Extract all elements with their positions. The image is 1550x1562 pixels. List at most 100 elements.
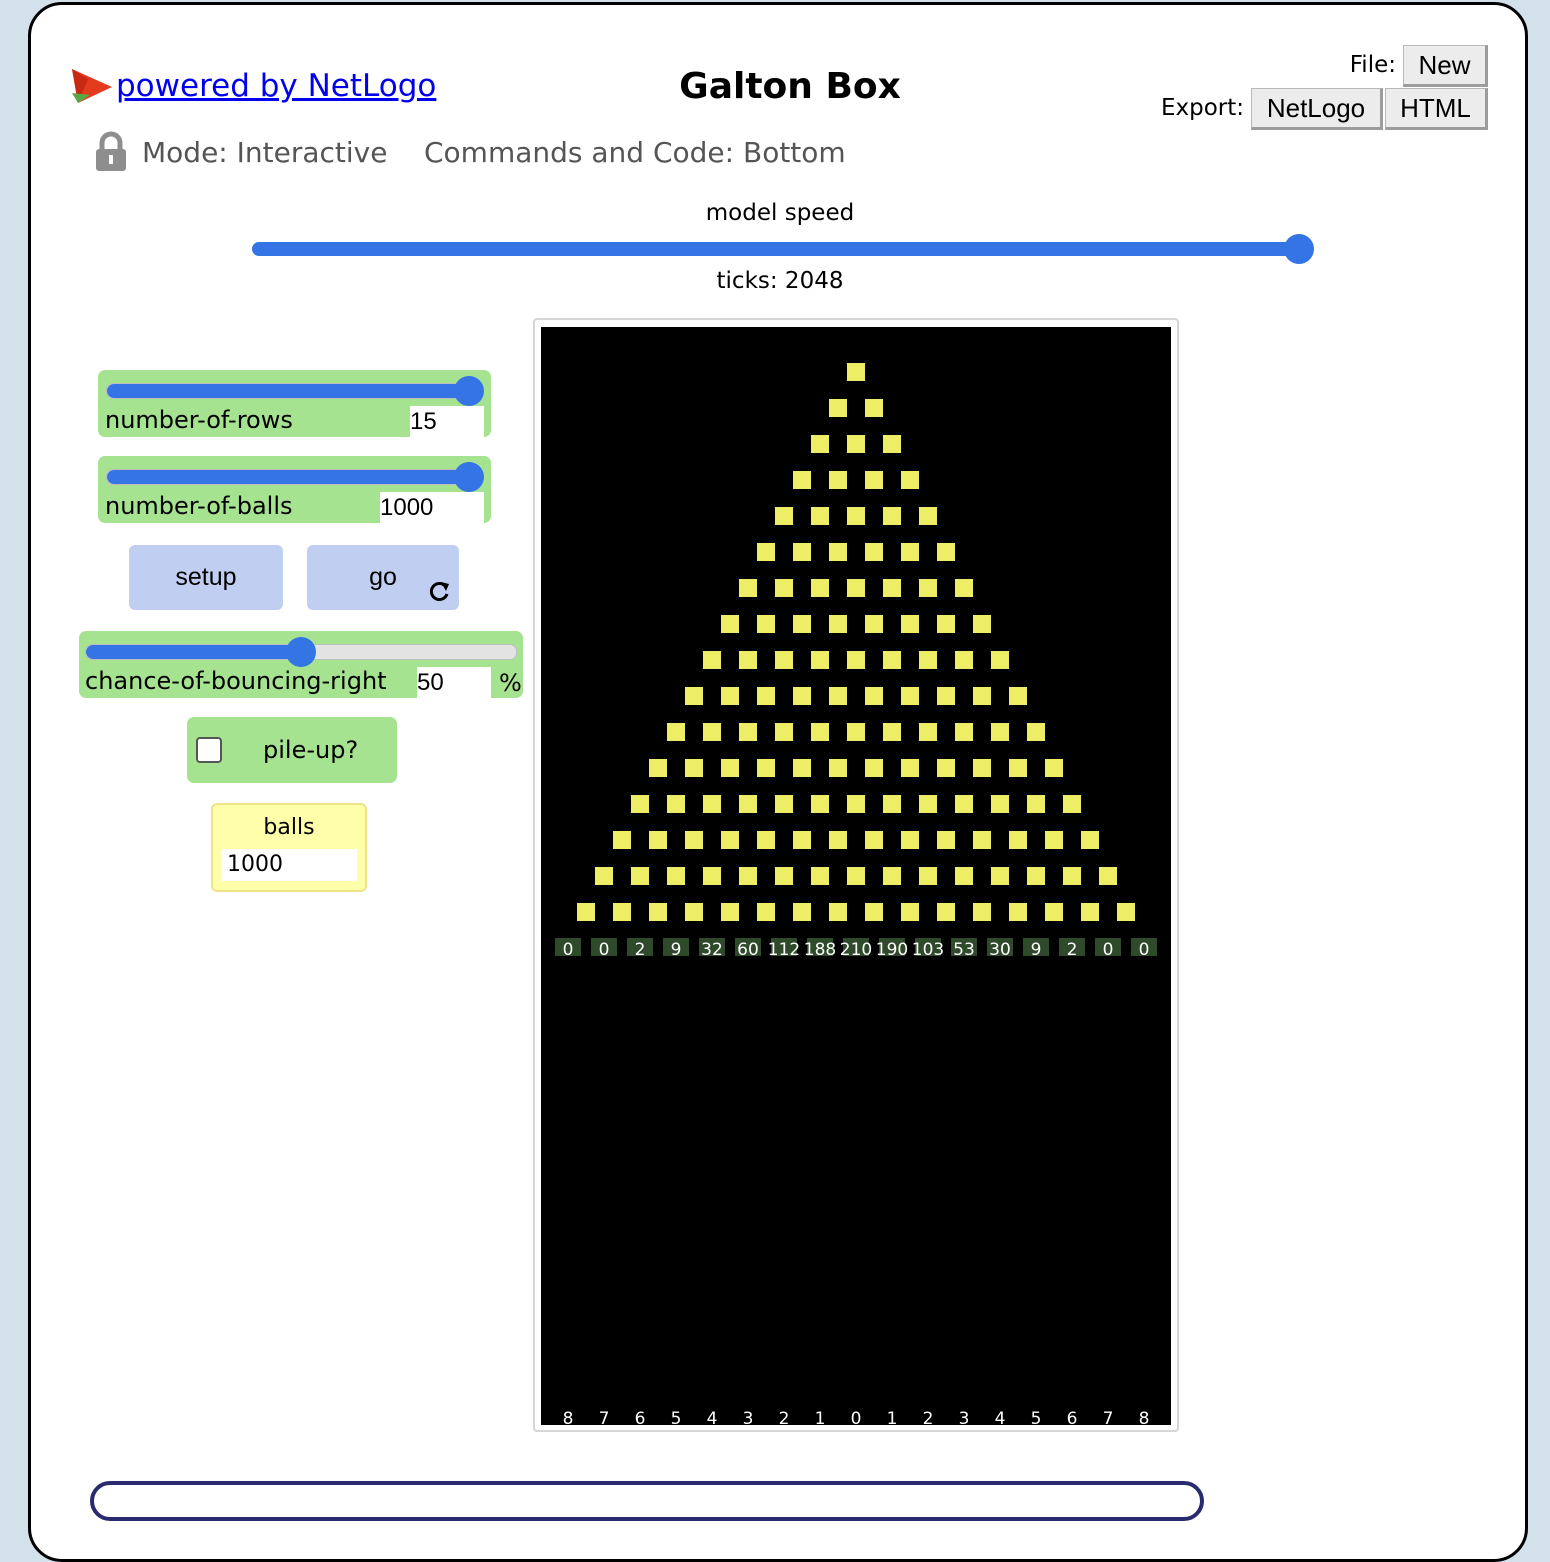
peg (829, 903, 847, 921)
pile-up-checkbox[interactable] (196, 737, 222, 763)
peg (955, 867, 973, 885)
peg (883, 507, 901, 525)
bin-count-label: 0 (599, 940, 610, 960)
bounce-slider-label: chance-of-bouncing-right (85, 667, 387, 695)
powered-by-text: powered by NetLogo (116, 68, 437, 104)
peg (775, 579, 793, 597)
peg (757, 687, 775, 705)
bin-count-label: 190 (876, 940, 908, 960)
peg (883, 579, 901, 597)
peg (703, 795, 721, 813)
peg (973, 759, 991, 777)
bin-index-label: 1 (887, 1409, 898, 1425)
bin-count-label: 2 (635, 940, 646, 960)
peg (721, 687, 739, 705)
bin-index-label: 4 (707, 1409, 718, 1425)
peg (703, 867, 721, 885)
peg (649, 831, 667, 849)
peg (937, 615, 955, 633)
peg (811, 507, 829, 525)
bin-count-label: 112 (768, 940, 800, 960)
page-title: Galton Box (679, 66, 901, 107)
peg (775, 651, 793, 669)
balls-slider-track[interactable] (106, 469, 476, 485)
peg (775, 723, 793, 741)
rows-slider-track[interactable] (106, 383, 476, 399)
peg (1027, 723, 1045, 741)
peg (793, 903, 811, 921)
peg (973, 903, 991, 921)
peg (847, 435, 865, 453)
peg (1045, 831, 1063, 849)
peg (829, 687, 847, 705)
bin-count-label: 2 (1067, 940, 1078, 960)
peg (685, 759, 703, 777)
speed-slider-thumb[interactable] (1284, 234, 1314, 264)
peg (847, 651, 865, 669)
peg (1081, 903, 1099, 921)
peg (739, 651, 757, 669)
mode-toggle[interactable]: Mode: Interactive (94, 130, 387, 174)
peg (1081, 831, 1099, 849)
bin-index-label: 4 (995, 1409, 1006, 1425)
peg (991, 867, 1009, 885)
peg (865, 471, 883, 489)
bin-count-label: 188 (804, 940, 836, 960)
peg (865, 687, 883, 705)
balls-slider-thumb[interactable] (454, 462, 484, 492)
peg (613, 831, 631, 849)
go-button[interactable]: go (307, 545, 459, 610)
peg (865, 903, 883, 921)
peg (955, 579, 973, 597)
bin-index-label: 3 (959, 1409, 970, 1425)
bounce-slider-thumb[interactable] (286, 637, 316, 667)
export-netlogo-button[interactable]: NetLogo (1251, 88, 1383, 130)
peg (991, 723, 1009, 741)
peg (865, 399, 883, 417)
peg (793, 471, 811, 489)
peg (901, 615, 919, 633)
pile-up-switch[interactable]: pile-up? (187, 717, 397, 783)
bin-index-label: 2 (923, 1409, 934, 1425)
number-of-balls-slider[interactable]: number-of-balls 1000 (98, 456, 491, 524)
commands-and-code-toggle[interactable]: Commands and Code: Bottom (424, 130, 846, 174)
peg (901, 471, 919, 489)
peg (775, 507, 793, 525)
peg (721, 615, 739, 633)
rows-value-input[interactable]: 15 (410, 406, 484, 438)
number-of-rows-slider[interactable]: number-of-rows 15 (98, 370, 491, 438)
peg (973, 687, 991, 705)
peg (1009, 903, 1027, 921)
bin-count-label: 53 (953, 940, 975, 960)
peg (829, 759, 847, 777)
peg (775, 795, 793, 813)
balls-value-input[interactable]: 1000 (380, 492, 484, 524)
peg (847, 363, 865, 381)
peg (631, 867, 649, 885)
rows-slider-thumb[interactable] (454, 376, 484, 406)
peg (955, 723, 973, 741)
speed-slider-track[interactable] (252, 242, 1310, 256)
export-label: Export: (1160, 95, 1244, 121)
bounce-value-input[interactable]: 50 (417, 667, 491, 699)
peg (937, 903, 955, 921)
chance-of-bouncing-right-slider[interactable]: chance-of-bouncing-right 50 % (79, 631, 523, 699)
peg (847, 867, 865, 885)
bin-index-label: 7 (1103, 1409, 1114, 1425)
peg (829, 831, 847, 849)
powered-by-netlogo-link[interactable]: powered by NetLogo (70, 66, 436, 106)
bounce-slider-fill (86, 645, 301, 659)
export-html-button[interactable]: HTML (1385, 88, 1488, 130)
peg (649, 759, 667, 777)
world-svg: 0 0 2 9 32 60 112 188 210 190 103 53 30 9 2 0 08 7 6 5 4 3 2 1 0… (555, 363, 1157, 1429)
peg (1099, 867, 1117, 885)
bin-count-label: 0 (1103, 940, 1114, 960)
file-new-button[interactable]: New (1403, 45, 1488, 87)
peg (793, 687, 811, 705)
setup-button[interactable]: setup (129, 545, 283, 610)
world-view: 0 0 2 9 32 60 112 188 210 190 103 53 30 9 2 0 0 8 7 6 5 4 3 2 1 0… (541, 327, 1171, 1429)
peg (1117, 903, 1135, 921)
bin-count-label: 210 (840, 940, 872, 960)
command-center-bar[interactable] (90, 1481, 1204, 1521)
peg (613, 903, 631, 921)
